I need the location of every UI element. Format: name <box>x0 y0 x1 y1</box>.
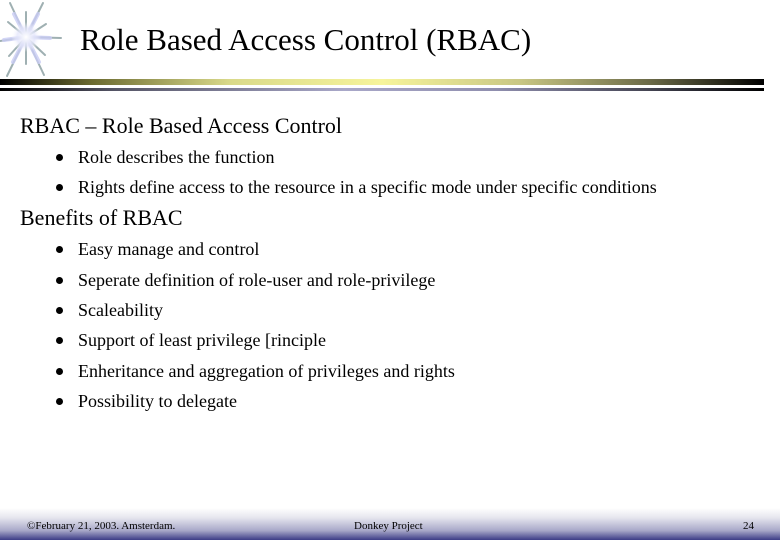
footer-project: Donkey Project <box>354 520 423 532</box>
sparkle-star-icon <box>0 2 62 77</box>
bullet-icon <box>56 276 63 284</box>
slide-title: Role Based Access Control (RBAC) <box>80 22 532 57</box>
bullet-icon <box>56 183 63 191</box>
list-item-text: Role describes the function <box>78 147 275 167</box>
title-underline-thin <box>0 88 764 91</box>
list-item-text: Enheritance and aggregation of privilege… <box>78 361 455 381</box>
list-item: Scaleability <box>56 299 163 321</box>
bullet-icon <box>56 336 63 344</box>
footer-date: ©February 21, 2003. Amsterdam. <box>27 520 176 532</box>
section-heading: Benefits of RBAC <box>20 205 183 230</box>
bullet-icon <box>56 245 63 253</box>
list-item: Role describes the function <box>56 146 274 168</box>
list-item-text: Support of least privilege [rinciple <box>78 330 326 350</box>
list-item: Possibility to delegate <box>56 390 237 412</box>
list-item-text: Easy manage and control <box>78 239 260 259</box>
bullet-icon <box>56 367 63 375</box>
list-item-text: Scaleability <box>78 300 163 320</box>
list-item: Easy manage and control <box>56 238 259 260</box>
list-item-text: Seperate definition of role-user and rol… <box>78 270 436 290</box>
list-item: Rights define access to the resource in … <box>56 176 657 198</box>
bullet-icon <box>56 153 63 161</box>
title-underline-gradient <box>0 79 764 85</box>
bullet-icon <box>56 306 63 314</box>
list-item-text: Possibility to delegate <box>78 391 237 411</box>
list-item: Enheritance and aggregation of privilege… <box>56 360 455 382</box>
list-item: Support of least privilege [rinciple <box>56 329 326 351</box>
list-item: Seperate definition of role-user and rol… <box>56 269 435 291</box>
page-number: 24 <box>743 520 754 532</box>
bullet-icon <box>56 397 63 405</box>
list-item-text: Rights define access to the resource in … <box>78 177 657 197</box>
section-heading: RBAC – Role Based Access Control <box>20 113 343 138</box>
